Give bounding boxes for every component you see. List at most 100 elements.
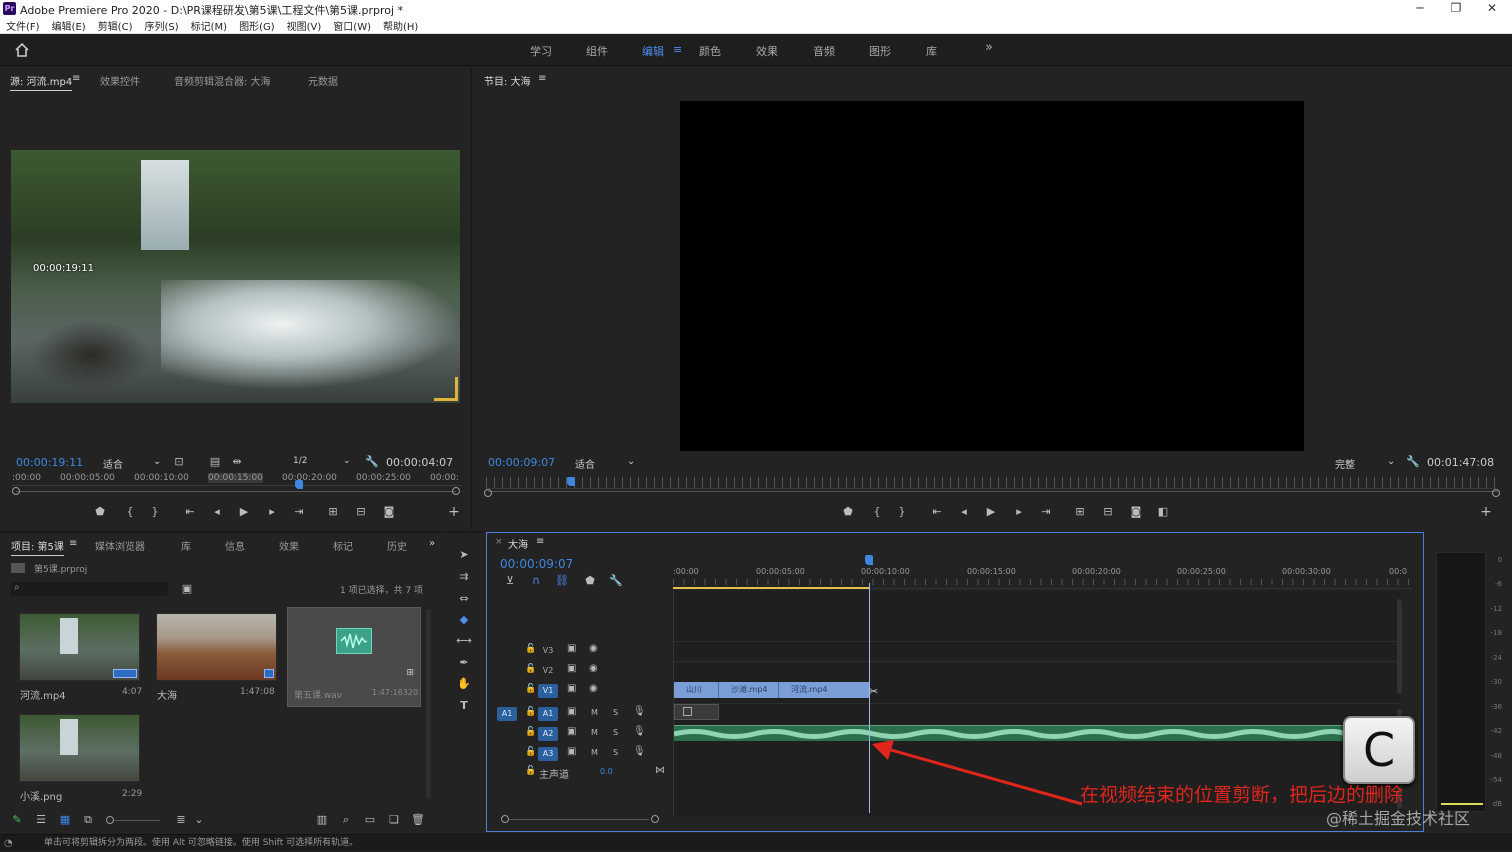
zoom-handle-right[interactable] — [1492, 489, 1500, 497]
menu-sequence[interactable]: 序列(S) — [144, 18, 178, 33]
go-to-in-icon[interactable]: ⇤ — [181, 504, 199, 520]
menu-window[interactable]: 窗口(W) — [333, 18, 371, 33]
eye-icon[interactable]: ◉ — [589, 663, 598, 674]
timeline-tab[interactable]: 大海 — [508, 536, 528, 551]
mark-in-icon[interactable]: { — [121, 504, 139, 520]
zoom-slider-handle[interactable] — [106, 816, 114, 824]
tab-effects[interactable]: 效果 — [279, 538, 299, 553]
tab-audio-clip-mixer[interactable]: 音频剪辑混合器: 大海 — [174, 73, 271, 88]
source-current-timecode[interactable]: 00:00:19:11 — [16, 456, 83, 469]
workspace-editing[interactable]: 编辑 — [642, 43, 664, 59]
pen-tool-icon[interactable]: ✒ — [455, 655, 473, 671]
track-select-tool-icon[interactable]: ⇉ — [455, 569, 473, 585]
icon-view-icon[interactable]: ▦ — [56, 812, 74, 828]
project-search-input[interactable]: ⌕ — [11, 582, 168, 596]
chevron-down-icon[interactable]: ⌄ — [190, 812, 208, 828]
lock-icon[interactable]: 🔓 — [525, 766, 536, 776]
tabs-more-icon[interactable]: » — [429, 538, 435, 549]
workspace-more-button[interactable]: » — [985, 40, 993, 55]
drag-video-icon[interactable]: ⇹ — [228, 454, 246, 470]
lock-icon[interactable]: 🔓 — [525, 684, 536, 694]
hand-tool-icon[interactable]: ✋ — [455, 676, 473, 692]
timeline-playhead[interactable] — [865, 555, 873, 565]
tab-info[interactable]: 信息 — [225, 538, 245, 553]
source-zoom-bar[interactable] — [16, 491, 456, 492]
video-track-scrollbar[interactable] — [1397, 599, 1402, 694]
program-playhead[interactable] — [567, 477, 575, 486]
comparison-view-icon[interactable]: ◧ — [1154, 504, 1172, 520]
microphone-icon[interactable]: 🎙 — [633, 746, 646, 757]
go-to-out-icon[interactable]: ⇥ — [290, 504, 308, 520]
maximize-button[interactable]: ❐ — [1441, 1, 1471, 17]
play-icon[interactable]: ▶ — [982, 504, 1000, 520]
zoom-handle-right[interactable] — [651, 815, 659, 823]
mark-in-icon[interactable]: { — [868, 504, 886, 520]
mark-out-icon[interactable]: } — [893, 504, 911, 520]
tab-source-menu-icon[interactable]: ≡ — [72, 73, 80, 84]
workspace-libraries[interactable]: 库 — [926, 43, 937, 59]
lock-icon[interactable]: 🔓 — [525, 664, 536, 674]
mute-button[interactable]: M — [591, 748, 598, 757]
work-area-bar[interactable] — [673, 587, 869, 589]
step-forward-icon[interactable]: ▸ — [263, 504, 281, 520]
close-button[interactable]: ✕ — [1477, 1, 1507, 17]
sort-icon[interactable]: ≣ — [172, 812, 190, 828]
insert-nest-icon[interactable]: ⊻ — [501, 573, 519, 589]
minimize-button[interactable]: ─ — [1405, 1, 1435, 17]
tab-metadata[interactable]: 元数据 — [308, 73, 338, 88]
freeform-view-icon[interactable]: ⧉ — [79, 812, 97, 828]
overwrite-icon[interactable]: ⊟ — [352, 504, 370, 520]
microphone-icon[interactable]: 🎙 — [633, 706, 646, 717]
type-tool-icon[interactable]: T — [455, 698, 473, 714]
go-to-in-icon[interactable]: ⇤ — [928, 504, 946, 520]
wrench-icon[interactable]: 🔧 — [363, 454, 381, 470]
track-label[interactable]: V1 — [538, 684, 558, 698]
lock-icon[interactable]: 🔓 — [525, 707, 536, 717]
timeline-current-timecode[interactable]: 00:00:09:07 — [500, 557, 573, 571]
lock-icon[interactable]: 🔓 — [525, 747, 536, 757]
zoom-handle-right[interactable] — [452, 487, 460, 495]
play-icon[interactable]: ▶ — [235, 504, 253, 520]
timeline-menu-icon[interactable]: ≡ — [536, 536, 544, 547]
workspace-menu-icon[interactable]: ≡ — [673, 43, 682, 56]
timeline-time-ruler[interactable]: :00:00 00:00:05:00 00:00:10:00 00:00:15:… — [673, 563, 1413, 589]
program-fit-dropdown[interactable]: 适合 ⌄ — [575, 456, 637, 471]
track-output-icon[interactable]: ▣ — [567, 706, 576, 717]
settings-frame-icon[interactable]: ⊡ — [170, 454, 188, 470]
source-playhead[interactable] — [295, 480, 303, 489]
track-output-icon[interactable]: ▣ — [567, 726, 576, 737]
audio-clip-empty[interactable] — [674, 704, 719, 720]
workspace-graphics[interactable]: 图形 — [869, 43, 891, 59]
master-volume-value[interactable]: 0.0 — [600, 767, 613, 776]
lift-icon[interactable]: ⊞ — [1071, 504, 1089, 520]
snap-icon[interactable]: ∩ — [527, 573, 545, 589]
mute-button[interactable]: M — [591, 708, 598, 717]
step-back-icon[interactable]: ◂ — [955, 504, 973, 520]
source-time-ruler[interactable]: :00:00 00:00:05:00 00:00:10:00 00:00:15:… — [12, 472, 462, 489]
step-forward-icon[interactable]: ▸ — [1010, 504, 1028, 520]
source-patch-label[interactable]: A1 — [497, 707, 517, 721]
tab-effect-controls[interactable]: 效果控件 — [100, 73, 140, 88]
program-current-timecode[interactable]: 00:00:09:07 — [488, 456, 555, 469]
menu-edit[interactable]: 编辑(E) — [52, 18, 86, 33]
program-time-ruler[interactable] — [486, 477, 1496, 489]
tab-program[interactable]: 节目: 大海 — [484, 73, 531, 88]
eye-icon[interactable]: ◉ — [589, 683, 598, 694]
slip-tool-icon[interactable]: ⟷ — [455, 633, 473, 649]
workspace-assembly[interactable]: 组件 — [586, 43, 608, 59]
new-item-icon[interactable]: ❏ — [385, 812, 403, 828]
project-scrollbar[interactable] — [426, 609, 431, 799]
camera-icon[interactable]: ◙ — [1127, 504, 1145, 520]
track-output-icon[interactable]: ▣ — [567, 643, 576, 654]
automate-to-sequence-icon[interactable]: ▥ — [313, 812, 331, 828]
tab-project-menu-icon[interactable]: ≡ — [69, 538, 77, 549]
linked-selection-icon[interactable]: ⛓ — [553, 573, 571, 589]
track-label[interactable]: V2 — [538, 664, 558, 678]
program-zoom-bar[interactable] — [488, 491, 1498, 492]
add-marker-icon[interactable]: ⬟ — [91, 504, 109, 520]
go-to-out-icon[interactable]: ⇥ — [1037, 504, 1055, 520]
camera-icon[interactable]: ◙ — [380, 504, 398, 520]
track-label[interactable]: A3 — [538, 747, 558, 761]
export-frame-icon[interactable]: ▤ — [206, 454, 224, 470]
pencil-icon[interactable]: ✎ — [8, 812, 26, 828]
